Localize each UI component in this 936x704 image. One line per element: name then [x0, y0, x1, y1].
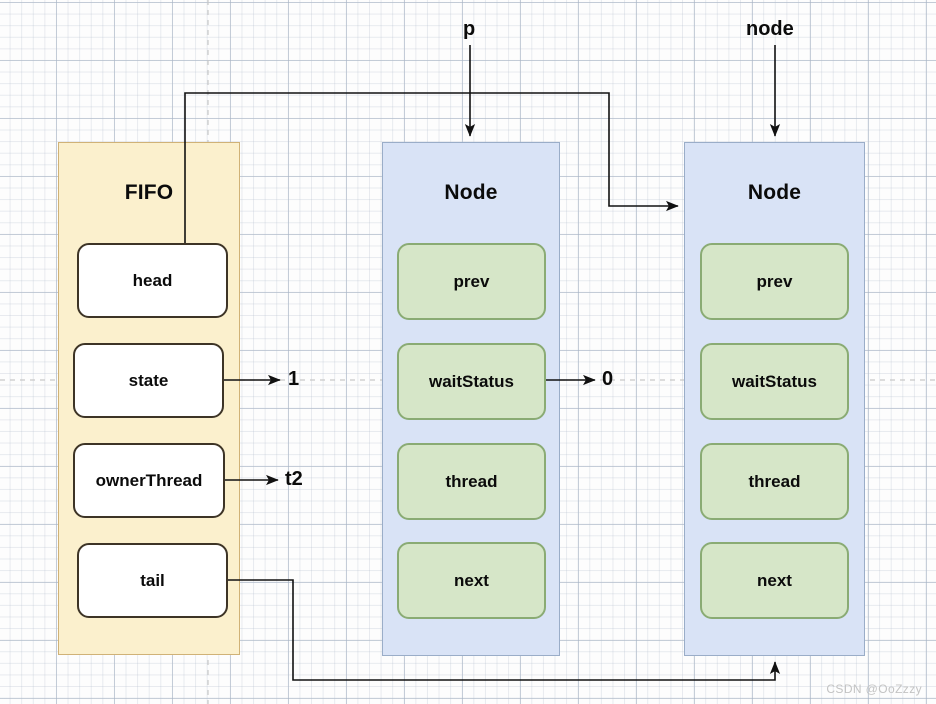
field-tail-label: tail	[140, 570, 165, 590]
watermark: CSDN @OoZzzy	[826, 682, 922, 696]
field-thread-node[interactable]: thread	[700, 443, 849, 520]
label-state-value: 1	[288, 368, 300, 390]
field-next-p-label: next	[454, 570, 489, 590]
field-head[interactable]: head	[77, 243, 228, 318]
field-tail[interactable]: tail	[77, 543, 228, 618]
field-ownerthread[interactable]: ownerThread	[73, 443, 225, 518]
field-prev-p-label: prev	[453, 271, 490, 291]
field-state-label: state	[128, 370, 169, 390]
field-head-label: head	[132, 270, 173, 290]
field-next-node[interactable]: next	[700, 542, 849, 619]
field-prev-p[interactable]: prev	[397, 243, 546, 320]
field-waitstatus-p-label: waitStatus	[428, 371, 515, 391]
field-thread-p-label: thread	[445, 471, 498, 491]
field-state[interactable]: state	[73, 343, 224, 418]
field-next-p[interactable]: next	[397, 542, 546, 619]
node-node-title: Node	[747, 181, 802, 204]
field-next-node-label: next	[757, 570, 792, 590]
label-waitstatus-value: 0	[602, 368, 614, 390]
field-prev-node-label: prev	[756, 271, 793, 291]
node-p-title: Node	[444, 181, 498, 204]
field-prev-node[interactable]: prev	[700, 243, 849, 320]
field-waitstatus-node[interactable]: waitStatus	[700, 343, 849, 420]
field-waitstatus-node-label: waitStatus	[731, 371, 818, 391]
label-p: p	[463, 18, 476, 40]
label-ownerthread-value: t2	[285, 468, 303, 490]
fifo-title: FIFO	[124, 181, 174, 204]
label-node: node	[746, 18, 794, 40]
diagram-canvas: FIFO head state ownerThread tail Node pr…	[0, 0, 936, 704]
field-waitstatus-p[interactable]: waitStatus	[397, 343, 546, 420]
field-thread-node-label: thread	[748, 471, 801, 491]
field-thread-p[interactable]: thread	[397, 443, 546, 520]
field-ownerthread-label: ownerThread	[95, 470, 203, 490]
